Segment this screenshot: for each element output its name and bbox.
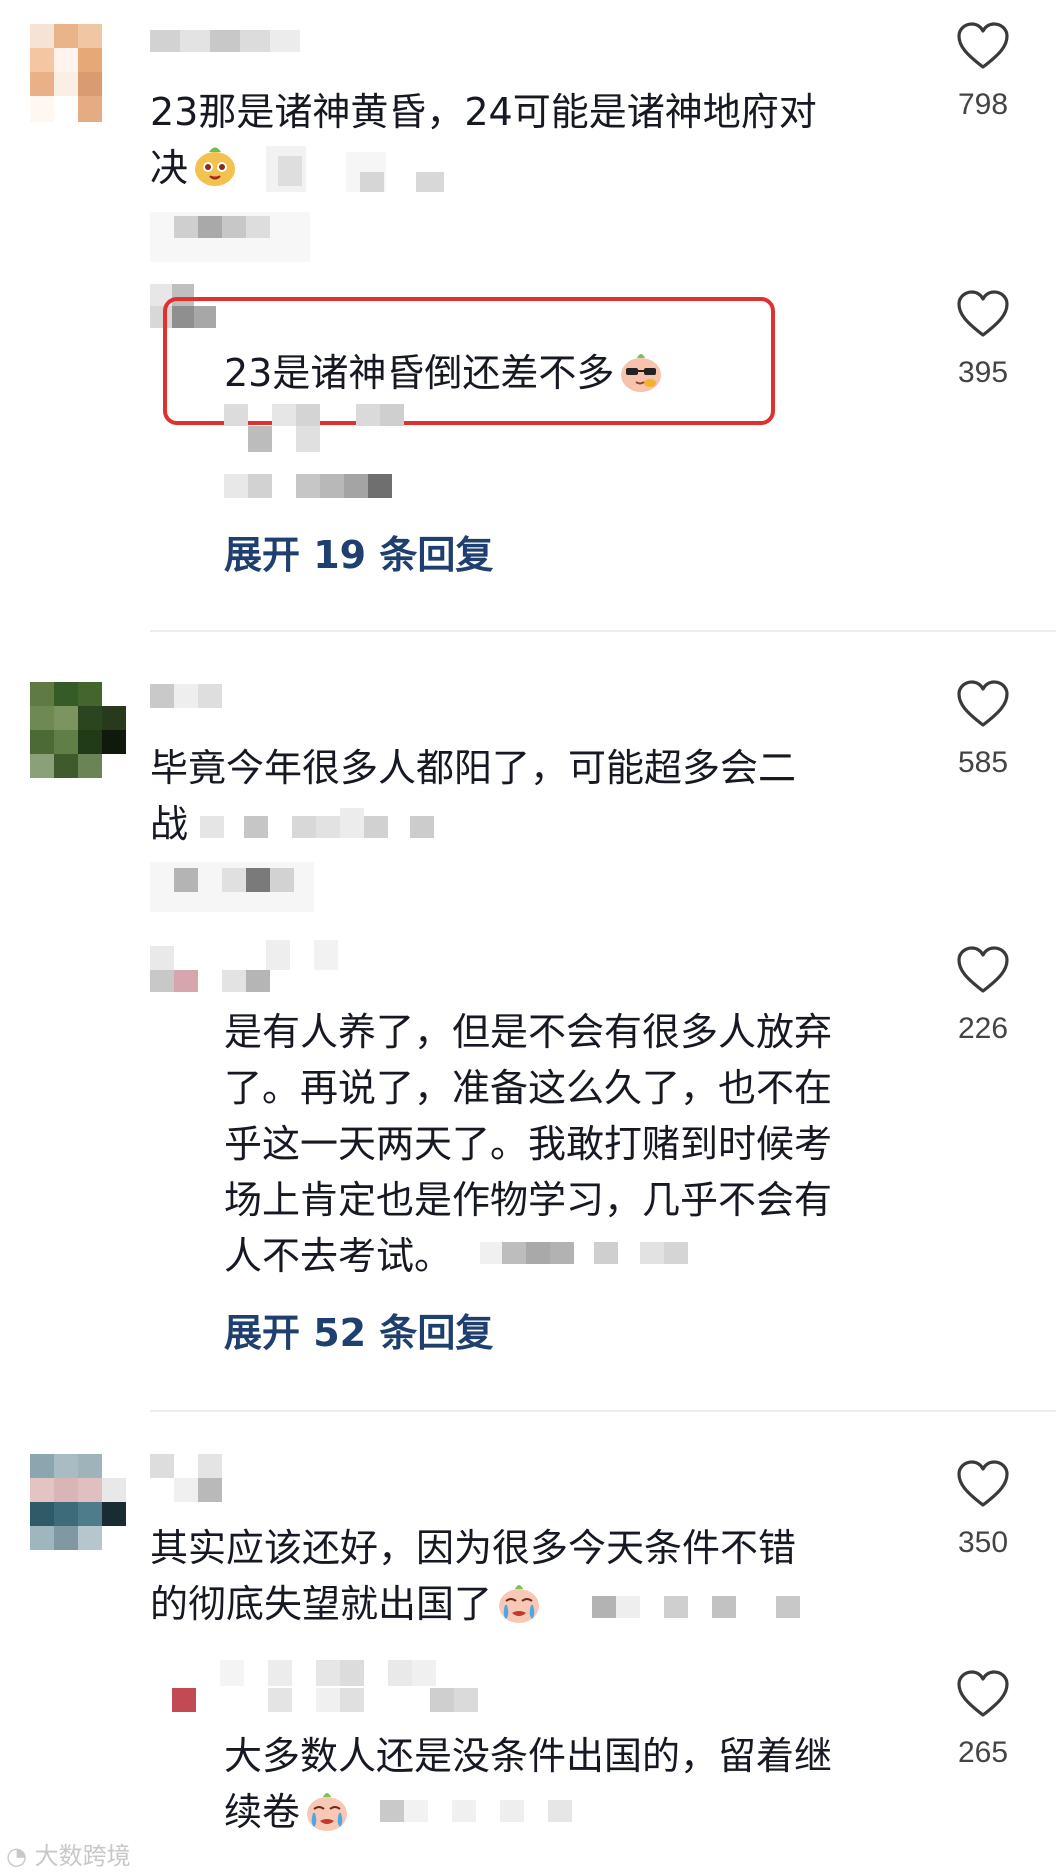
like-count: 350 (957, 1526, 1009, 1559)
heart-outline-icon (957, 1460, 1009, 1507)
reply-text: 了。再说了，准备这么久了，也不在 (224, 1066, 833, 1110)
reply-text: 场上肯定也是作物学习，几乎不会有 (224, 1178, 833, 1222)
reply-text: 23是诸神昏倒还差不多 (224, 345, 664, 401)
username[interactable] (150, 30, 320, 52)
crying-emoji-icon (499, 1585, 540, 1623)
like-count: 265 (957, 1736, 1009, 1769)
reply-text: 大多数人还是没条件出国的，留着继 (224, 1734, 833, 1778)
watermark-text: 大数跨境 (34, 1842, 131, 1870)
like-button[interactable]: 798 (928, 22, 1038, 122)
comment-meta (592, 1592, 822, 1620)
like-button[interactable]: 585 (928, 680, 1038, 780)
comment-text: 23那是诸神黄昏，24可能是诸神地府对 (150, 90, 817, 134)
like-count: 798 (957, 88, 1009, 121)
reply-avatar[interactable] (172, 1688, 196, 1712)
reply-avatar[interactable] (150, 946, 270, 992)
like-button[interactable]: 265 (928, 1670, 1038, 1770)
comment-text: 决 (150, 140, 238, 196)
username[interactable] (150, 684, 222, 708)
heart-outline-icon (957, 1670, 1009, 1717)
comment-text: 的彻底失望就出国了 (150, 1576, 542, 1632)
expand-replies-link[interactable]: 展开 52 条回复 (224, 1308, 493, 1358)
comment-meta (150, 862, 314, 912)
comment-meta (266, 146, 466, 192)
reply-meta (380, 1798, 600, 1824)
emoji-icon (621, 354, 662, 392)
comment-text: 其实应该还好，因为很多今天条件不错 (150, 1526, 797, 1570)
comment-text: 毕竟今年很多人都阳了，可能超多会二 (150, 746, 797, 790)
expand-replies-link[interactable]: 展开 19 条回复 (224, 530, 493, 580)
reply-meta (266, 940, 346, 970)
like-button[interactable]: 395 (928, 290, 1038, 390)
divider (150, 1410, 1056, 1412)
heart-outline-icon (957, 290, 1009, 337)
avatar[interactable] (30, 1454, 126, 1550)
reply-meta (224, 404, 434, 502)
heart-outline-icon (957, 946, 1009, 993)
like-button[interactable]: 226 (928, 946, 1038, 1046)
comment-meta (150, 212, 310, 262)
reply-meta (480, 1240, 700, 1266)
crying-emoji-icon (307, 1793, 348, 1831)
heart-outline-icon (957, 22, 1009, 69)
reply-text: 续卷 (224, 1784, 350, 1840)
like-button[interactable]: 350 (928, 1460, 1038, 1560)
heart-outline-icon (957, 680, 1009, 727)
like-count: 585 (957, 746, 1009, 779)
username[interactable] (150, 1454, 222, 1502)
watermark: ◔ 大数跨境 (6, 1836, 131, 1871)
reply-text: 人不去考试。 (224, 1234, 453, 1278)
reply-text: 乎这一天两天了。我敢打赌到时候考 (224, 1122, 833, 1166)
comment-text: 战 (150, 802, 189, 846)
reply-meta (220, 1660, 520, 1714)
like-count: 226 (957, 1012, 1009, 1045)
comment-meta (200, 808, 440, 848)
watermark-logo-icon: ◔ (6, 1842, 27, 1870)
avatar[interactable] (30, 24, 102, 122)
avatar[interactable] (30, 682, 126, 778)
like-count: 395 (957, 356, 1009, 389)
emoji-icon (195, 147, 236, 186)
divider (150, 630, 1056, 632)
reply-text: 是有人养了，但是不会有很多人放弃 (224, 1010, 833, 1054)
